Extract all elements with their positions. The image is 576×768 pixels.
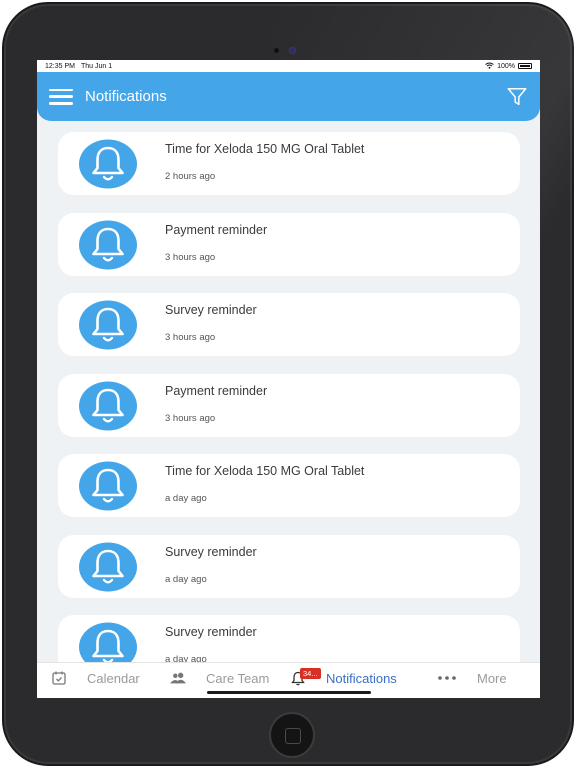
status-time: 12:35 PM — [45, 62, 75, 70]
wifi-icon — [485, 62, 494, 71]
notification-time: 3 hours ago — [165, 332, 216, 343]
notification-card[interactable]: Survey reminder a day ago — [58, 534, 520, 598]
home-button[interactable] — [269, 712, 315, 758]
hamburger-menu-icon[interactable] — [49, 88, 73, 105]
notification-title: Survey reminder — [165, 544, 257, 559]
tab-care-team-label: Care Team — [206, 670, 270, 686]
people-icon — [170, 670, 186, 686]
notification-time: a day ago — [165, 654, 207, 662]
status-date: Thu Jun 1 — [80, 62, 113, 70]
tab-calendar-label: Calendar — [87, 670, 140, 686]
bottom-tab-bar: Calendar Care Team Notifications 34... M… — [37, 662, 540, 698]
app-screen: 12:35 PM Thu Jun 1 100% Notifications Ti… — [37, 60, 540, 698]
more-dots-icon — [437, 670, 457, 686]
bell-icon — [78, 542, 138, 591]
app-header: Notifications — [37, 72, 540, 121]
bell-icon — [78, 461, 138, 511]
notification-title: Survey reminder — [165, 625, 257, 639]
bell-icon — [78, 300, 138, 350]
sensor — [290, 48, 295, 53]
notification-time: 2 hours ago — [165, 171, 216, 182]
calendar-icon — [51, 670, 67, 686]
notification-title: Time for Xeloda 150 MG Oral Tablet — [165, 142, 365, 156]
notification-card[interactable]: Time for Xeloda 150 MG Oral Tablet a day … — [58, 454, 520, 517]
status-bar: 12:35 PM Thu Jun 1 100% — [37, 60, 540, 72]
notification-card[interactable]: Survey reminder 3 hours ago — [58, 293, 520, 356]
notification-title: Time for Xeloda 150 MG Oral Tablet — [165, 464, 365, 478]
notification-title: Payment reminder — [165, 222, 268, 237]
bell-icon — [78, 220, 138, 269]
notification-count-badge: 34... — [300, 668, 321, 679]
notification-card[interactable]: Survey reminder a day ago — [58, 615, 520, 662]
notification-time: 3 hours ago — [165, 412, 216, 424]
camera — [274, 48, 279, 53]
page-title: Notifications — [85, 88, 167, 105]
battery-percent: 100% — [497, 62, 515, 70]
filter-icon[interactable] — [506, 86, 528, 108]
bell-icon — [78, 139, 138, 189]
tab-more[interactable]: More — [437, 663, 507, 693]
home-indicator — [207, 691, 371, 694]
bell-icon — [78, 622, 138, 662]
notification-time: a day ago — [165, 573, 207, 585]
notification-time: a day ago — [165, 493, 207, 504]
notification-card[interactable]: Time for Xeloda 150 MG Oral Tablet 2 hour… — [58, 132, 520, 195]
battery-icon — [518, 63, 532, 69]
notification-title: Survey reminder — [165, 303, 257, 317]
notification-list[interactable]: Time for Xeloda 150 MG Oral Tablet 2 hour… — [37, 121, 540, 662]
notification-title: Payment reminder — [165, 383, 268, 398]
notification-card[interactable]: Payment reminder 3 hours ago — [58, 212, 520, 276]
tab-calendar[interactable]: Calendar — [51, 663, 140, 693]
notification-card[interactable]: Payment reminder 3 hours ago — [58, 373, 520, 437]
status-right: 100% — [485, 62, 532, 71]
bell-icon — [78, 381, 138, 430]
tab-notifications-label: Notifications — [326, 670, 397, 686]
tab-care-team[interactable]: Care Team — [170, 663, 269, 693]
notification-time: 3 hours ago — [165, 251, 216, 263]
tab-more-label: More — [477, 670, 507, 686]
